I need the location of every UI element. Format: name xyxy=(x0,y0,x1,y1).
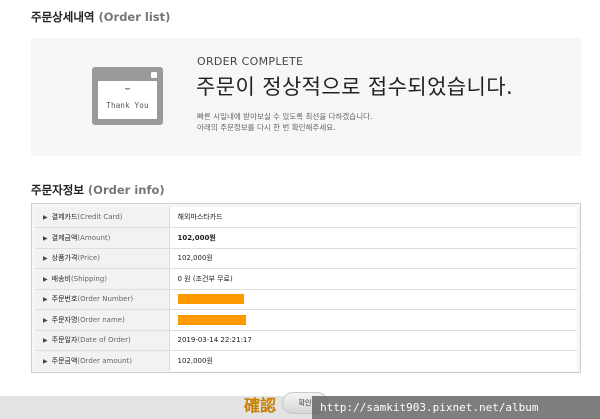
table-row: ▶ 상품가격(Price) 102,000원 xyxy=(35,248,577,269)
label-ko: 주문번호 xyxy=(51,295,78,304)
order-list-title-ko: 주문상세내역 xyxy=(31,10,95,24)
window-dot-icon xyxy=(151,72,157,78)
label-en: (Price) xyxy=(77,254,100,263)
label-ko: 주문일자 xyxy=(51,336,78,345)
order-date-value: 2019-03-14 22:21:17 xyxy=(169,330,577,351)
row-label: ▶ 결제금액(Amount) xyxy=(35,227,170,249)
price-value: 102,000원 xyxy=(169,248,577,269)
table-row: ▶ 배송비(Shipping) 0 원 (조건부 무료) xyxy=(35,268,577,290)
label-ko: 상품가격 xyxy=(51,254,78,263)
order-complete-headline: 주문이 정상적으로 접수되었습니다. xyxy=(196,75,514,99)
label-ko: 결제금액 xyxy=(51,233,78,242)
credit-card-value: 해외마스타카드 xyxy=(169,207,577,228)
order-complete-description: 빠른 시일내에 받아보실 수 있도록 최선을 다하겠습니다. 아래의 주문정보를… xyxy=(197,111,372,133)
label-en: (Shipping) xyxy=(70,274,107,283)
row-label: ▶ 결제카드(Credit Card) xyxy=(35,207,170,228)
description-line-1: 빠른 시일내에 받아보실 수 있도록 최선을 다하겠습니다. xyxy=(197,112,373,121)
label-ko: 주문금액 xyxy=(51,357,78,365)
bullet-icon: ▶ xyxy=(43,275,48,283)
label-en: (Credit Card) xyxy=(77,213,123,221)
row-label: ▶ 주문금액(Order amount) xyxy=(35,350,170,371)
bullet-icon: ▶ xyxy=(43,358,48,365)
table-row: ▶ 주문금액(Order amount) 102,000원 xyxy=(35,350,577,371)
thank-you-card-inner: ⌣ Thank You xyxy=(98,81,157,119)
bullet-icon: ▶ xyxy=(43,214,48,221)
order-info-title-ko: 주문자정보 xyxy=(31,183,84,197)
label-en: (Order amount) xyxy=(77,357,132,365)
bullet-icon: ▶ xyxy=(43,296,48,304)
bullet-icon: ▶ xyxy=(43,255,48,263)
amount-value: 102,000원 xyxy=(169,227,577,249)
table-row: ▶ 주문자명(Order name) xyxy=(35,309,577,331)
redaction-bar xyxy=(177,314,246,325)
order-amount-value: 102,000원 xyxy=(177,357,213,365)
bullet-icon: ▶ xyxy=(43,316,48,324)
row-label: ▶ 주문자명(Order name) xyxy=(35,309,170,331)
label-ko: 배송비 xyxy=(51,274,71,283)
order-info-title: 주문자정보 (Order info) xyxy=(31,182,165,198)
watermark-url: http://samkit903.pixnet.net/album xyxy=(312,396,600,419)
confirm-annotation: 確認 xyxy=(244,396,277,415)
label-en: (Order name) xyxy=(77,315,125,324)
label-ko: 결제카드 xyxy=(51,213,78,221)
description-line-2: 아래의 주문정보를 다시 한 번 확인해주세요. xyxy=(197,123,336,132)
label-en: (Date of Order) xyxy=(77,336,131,345)
row-label: ▶ 상품가격(Price) xyxy=(35,248,170,269)
thank-you-card-icon: ⌣ Thank You xyxy=(92,67,163,125)
order-list-title: 주문상세내역 (Order list) xyxy=(31,9,170,25)
order-info-title-en: (Order info) xyxy=(87,183,165,197)
order-complete-panel: ⌣ Thank You ORDER COMPLETE 주문이 정상적으로 접수되… xyxy=(31,38,581,156)
label-en: (Order Number) xyxy=(77,295,134,304)
table-row: ▶ 결제금액(Amount) 102,000원 xyxy=(35,227,577,249)
bullet-icon: ▶ xyxy=(43,234,48,242)
label-ko: 주문자명 xyxy=(51,315,78,324)
table-row: ▶ 주문일자(Date of Order) 2019-03-14 22:21:17 xyxy=(35,330,577,351)
order-info-box: ▶ 결제카드(Credit Card) 해외마스타카드 ▶ 결제금액(Amount)… xyxy=(31,203,581,373)
order-number-value xyxy=(169,289,577,310)
thank-you-text: Thank You xyxy=(106,101,149,110)
row-label: ▶ 배송비(Shipping) xyxy=(35,268,170,290)
table-row: ▶ 결제카드(Credit Card) 해외마스타카드 xyxy=(35,207,577,228)
label-en: (Amount) xyxy=(77,233,111,242)
row-label: ▶ 주문번호(Order Number) xyxy=(35,289,170,310)
order-list-title-en: (Order list) xyxy=(98,10,171,24)
order-name-value xyxy=(169,309,577,331)
order-info-table: ▶ 결제카드(Credit Card) 해외마스타카드 ▶ 결제금액(Amount)… xyxy=(35,207,577,371)
redaction-bar xyxy=(177,294,244,305)
table-row: ▶ 주문번호(Order Number) xyxy=(35,289,577,310)
order-complete-label: ORDER COMPLETE xyxy=(197,55,304,68)
row-label: ▶ 주문일자(Date of Order) xyxy=(35,330,170,351)
bullet-icon: ▶ xyxy=(43,337,48,345)
smile-icon: ⌣ xyxy=(124,83,131,94)
shipping-value: 0 원 (조건부 무료) xyxy=(169,268,577,290)
